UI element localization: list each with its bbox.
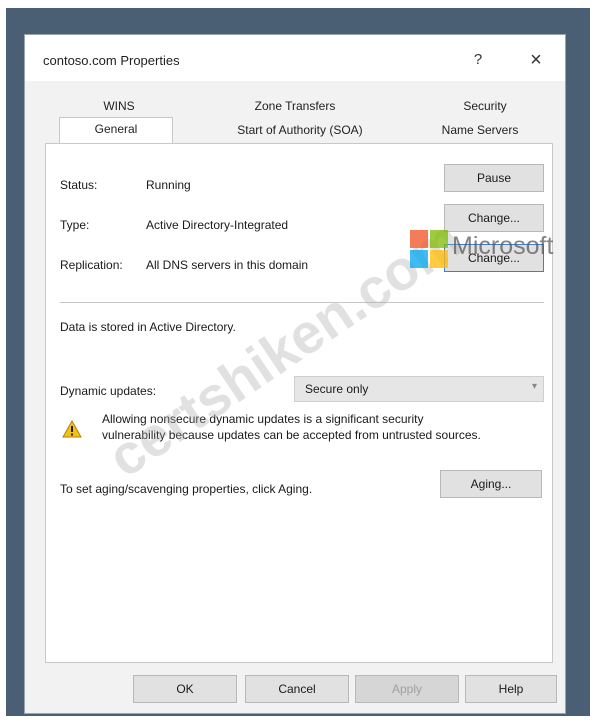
status-label: Status: (60, 178, 98, 192)
chevron-down-icon: ▾ (531, 381, 537, 392)
dynamic-updates-label: Dynamic updates: (60, 384, 157, 398)
ok-button[interactable]: OK (133, 675, 237, 703)
dialog-title: contoso.com Properties (43, 53, 180, 68)
type-change-button[interactable]: Change... (444, 204, 544, 232)
aging-button[interactable]: Aging... (440, 470, 542, 498)
tab-start-of-authority[interactable]: Start of Authority (SOA) (195, 119, 405, 141)
cancel-button[interactable]: Cancel (245, 675, 349, 703)
replication-change-button[interactable]: Change... (444, 244, 544, 272)
help-button[interactable]: Help (465, 675, 557, 703)
help-icon[interactable]: ? (463, 47, 493, 73)
pause-button[interactable]: Pause (444, 164, 544, 192)
close-icon[interactable]: × (521, 47, 551, 73)
warning-icon (62, 420, 82, 438)
dynamic-updates-selected-value: Secure only (305, 382, 369, 396)
title-bar: contoso.com Properties ? × (25, 35, 565, 81)
general-tab-panel: Status: Running Pause Type: Active Direc… (45, 143, 553, 663)
tab-general[interactable]: General (59, 117, 173, 146)
tab-wins[interactable]: WINS (69, 95, 169, 117)
dynamic-updates-select[interactable]: Secure only ▾ (294, 376, 544, 402)
storage-note: Data is stored in Active Directory. (60, 320, 236, 334)
microsoft-logo-icon (410, 230, 448, 268)
tab-security[interactable]: Security (435, 95, 535, 117)
warning-text-line1: Allowing nonsecure dynamic updates is a … (102, 412, 424, 426)
warning-text-line2: vulnerability because updates can be acc… (102, 428, 481, 442)
tab-zone-transfers[interactable]: Zone Transfers (225, 95, 365, 117)
aging-instructions: To set aging/scavenging properties, clic… (60, 482, 313, 496)
replication-value: All DNS servers in this domain (146, 258, 309, 272)
section-divider (60, 302, 544, 303)
replication-label: Replication: (60, 258, 123, 272)
zone-properties-dialog: contoso.com Properties ? × WINS Zone Tra… (24, 34, 566, 714)
type-label: Type: (60, 218, 90, 232)
status-value: Running (146, 178, 191, 192)
tab-name-servers[interactable]: Name Servers (425, 119, 535, 141)
type-value: Active Directory-Integrated (146, 218, 289, 232)
apply-button[interactable]: Apply (355, 675, 459, 703)
